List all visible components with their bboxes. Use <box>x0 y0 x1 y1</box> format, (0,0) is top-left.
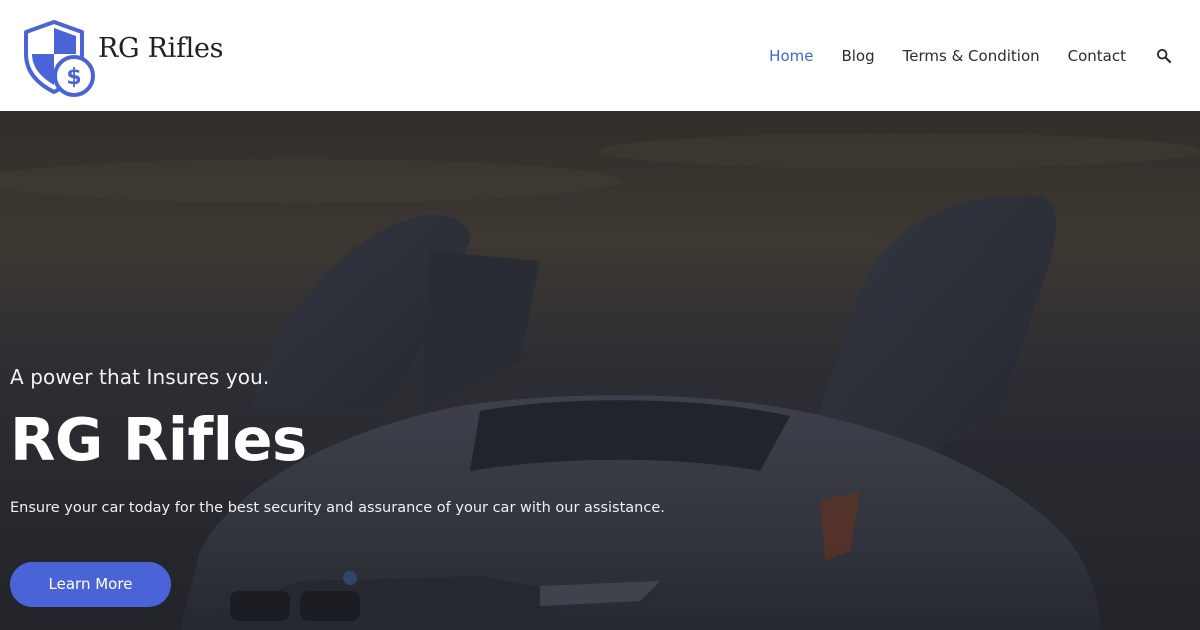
hero-description: Ensure your car today for the best secur… <box>10 500 665 516</box>
hero-content: A power that Insures you. RG Rifles Ensu… <box>10 365 665 607</box>
hero-tagline: A power that Insures you. <box>10 365 270 389</box>
site-header: $ RG Rifles Home Blog Terms & Condition … <box>0 0 1200 111</box>
main-nav: Home Blog Terms & Condition Contact <box>741 0 1172 111</box>
nav-item-home[interactable]: Home <box>769 47 813 65</box>
shield-dollar-icon: $ <box>24 20 95 97</box>
brand-name: RG Rifles <box>98 33 224 64</box>
nav-item-contact[interactable]: Contact <box>1068 47 1126 65</box>
search-icon[interactable] <box>1156 48 1172 64</box>
hero-section: A power that Insures you. RG Rifles Ensu… <box>0 111 1200 630</box>
svg-text:$: $ <box>66 65 81 90</box>
hero-title: RG Rifles <box>10 405 307 474</box>
learn-more-button[interactable]: Learn More <box>10 562 171 607</box>
site-logo[interactable]: $ RG Rifles <box>22 20 224 98</box>
nav-item-terms[interactable]: Terms & Condition <box>903 47 1040 65</box>
nav-item-blog[interactable]: Blog <box>841 47 874 65</box>
